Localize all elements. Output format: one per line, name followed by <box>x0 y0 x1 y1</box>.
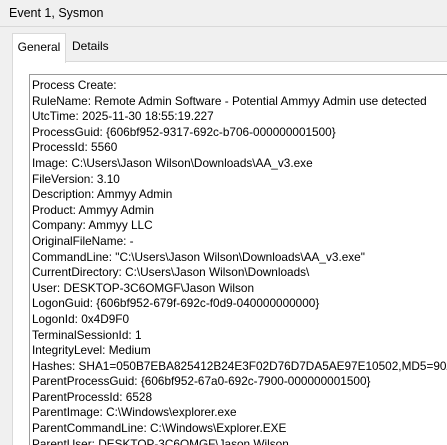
event-description-lines: Process Create: RuleName: Remote Admin S… <box>32 78 447 445</box>
event-line-parent-image: ParentImage: C:\Windows\explorer.exe <box>32 405 237 420</box>
tab-general-label: General <box>17 40 61 54</box>
tab-strip: General Details <box>0 27 447 64</box>
event-description-textbox[interactable]: Process Create: RuleName: Remote Admin S… <box>29 74 447 445</box>
event-line-user: User: DESKTOP-3C6OMGF\Jason Wilson <box>32 280 255 295</box>
event-line-parent-command-line: ParentCommandLine: C:\Windows\Explorer.E… <box>32 421 287 436</box>
event-line-command-line: CommandLine: "C:\Users\Jason Wilson\Down… <box>32 249 365 264</box>
tab-details[interactable]: Details <box>70 39 109 61</box>
event-line-description: Description: Ammyy Admin <box>32 187 173 202</box>
tab-general[interactable]: General <box>12 33 66 63</box>
event-line-current-directory: CurrentDirectory: C:\Users\Jason Wilson\… <box>32 265 310 280</box>
event-line-logon-guid: LogonGuid: {606bf952-679f-692c-f0d9-0400… <box>32 296 320 311</box>
event-line-product: Product: Ammyy Admin <box>32 202 154 217</box>
event-line-image: Image: C:\Users\Jason Wilson\Downloads\A… <box>32 155 313 170</box>
event-line-rule-name: RuleName: Remote Admin Software - Potent… <box>32 93 427 108</box>
event-line-file-version: FileVersion: 3.10 <box>32 171 120 186</box>
event-properties-window: Event 1, Sysmon General Details Process … <box>0 0 447 445</box>
event-line-terminal-session-id: TerminalSessionId: 1 <box>32 327 142 342</box>
window-title: Event 1, Sysmon <box>9 6 104 20</box>
event-line-parent-user: ParentUser: DESKTOP-3C6OMGF\Jason Wilson <box>32 436 289 445</box>
event-line-process-guid: ProcessGuid: {606bf952-9317-692c-b706-00… <box>32 124 336 139</box>
tab-details-label: Details <box>72 39 109 53</box>
event-line-parent-process-id: ParentProcessId: 6528 <box>32 389 153 404</box>
title-bar: Event 1, Sysmon <box>0 0 447 27</box>
event-line-logon-id: LogonId: 0x4D9F0 <box>32 311 130 326</box>
event-line-process-id: ProcessId: 5560 <box>32 140 118 155</box>
event-line-utc-time: UtcTime: 2025-11-30 18:55:19.227 <box>32 109 214 124</box>
general-tab-panel: Process Create: RuleName: Remote Admin S… <box>12 61 447 445</box>
event-line-company: Company: Ammyy LLC <box>32 218 153 233</box>
event-line-hashes: Hashes: SHA1=050B7EBA825412B24E3F02D76D7… <box>32 358 447 373</box>
event-line-original-file-name: OriginalFileName: - <box>32 233 134 248</box>
event-line-integrity-level: IntegrityLevel: Medium <box>32 343 151 358</box>
event-line-process-create: Process Create: <box>32 78 117 92</box>
event-line-parent-process-guid: ParentProcessGuid: {606bf952-67a0-692c-7… <box>32 374 371 389</box>
